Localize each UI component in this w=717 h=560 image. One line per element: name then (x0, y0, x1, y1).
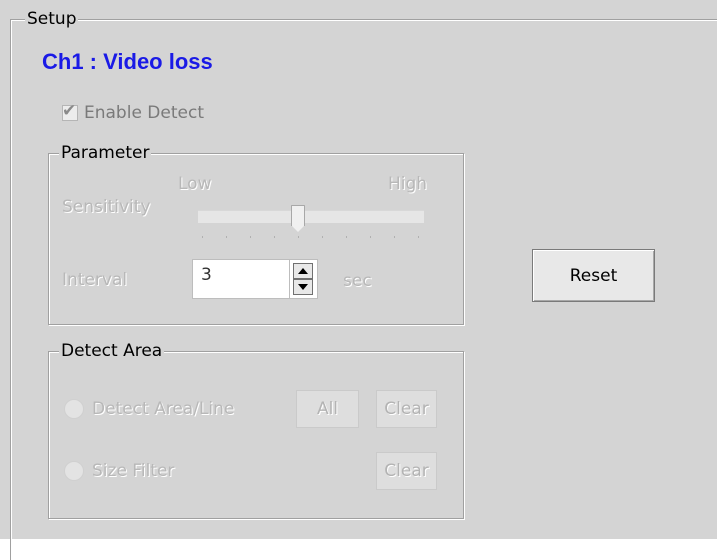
radio-circle[interactable] (64, 461, 84, 481)
slider-tick (298, 236, 299, 238)
slider-tick (418, 236, 419, 238)
slider-tick (226, 236, 227, 238)
detect-area-clear-button[interactable]: Clear (376, 390, 437, 428)
setup-panel: Setup Ch1 : Video loss ✔ Enable Detect P… (0, 0, 717, 560)
enable-detect-box[interactable]: ✔ (62, 101, 78, 121)
spinner-down-button[interactable] (293, 279, 313, 295)
sensitivity-label: Sensitivity (62, 197, 151, 217)
interval-label: Interval (62, 270, 128, 290)
size-filter-radio[interactable]: Size Filter (64, 461, 174, 481)
slider-tick (370, 236, 371, 238)
size-filter-clear-button[interactable]: Clear (376, 452, 437, 490)
detect-area-line-label: Detect Area/Line (92, 399, 235, 419)
slider-tick (346, 236, 347, 238)
enable-detect-label: Enable Detect (84, 103, 204, 123)
detect-area-all-button[interactable]: All (296, 390, 359, 428)
interval-spinner-buttons (290, 259, 318, 299)
spinner-up-button[interactable] (293, 263, 313, 279)
setup-groupbox-title: Setup (25, 8, 79, 30)
sensitivity-slider-track[interactable] (198, 210, 424, 223)
slider-tick (202, 236, 203, 238)
slider-tick (250, 236, 251, 238)
sensitivity-high-label: High (388, 174, 428, 194)
channel-title: Ch1 : Video loss (42, 49, 213, 74)
reset-button[interactable]: Reset (532, 249, 655, 302)
detect-area-groupbox: Detect Area (48, 340, 464, 519)
size-filter-label: Size Filter (92, 461, 175, 481)
parameter-groupbox-title: Parameter (59, 142, 152, 164)
slider-tick (274, 236, 275, 238)
sensitivity-low-label: Low (178, 174, 212, 194)
checkmark-icon: ✔ (62, 101, 77, 121)
radio-circle[interactable] (64, 399, 84, 419)
detect-area-groupbox-title: Detect Area (59, 340, 165, 362)
interval-spinner-input[interactable]: 3 (192, 259, 290, 299)
interval-unit: sec (343, 271, 372, 291)
arrow-down-icon (298, 284, 308, 290)
detect-area-line-radio[interactable]: Detect Area/Line (64, 399, 234, 419)
enable-detect-checkbox[interactable]: ✔ Enable Detect (62, 101, 204, 123)
slider-tick (394, 236, 395, 238)
sensitivity-slider-thumb[interactable] (291, 205, 305, 232)
arrow-up-icon (298, 268, 308, 274)
slider-tick (322, 236, 323, 238)
